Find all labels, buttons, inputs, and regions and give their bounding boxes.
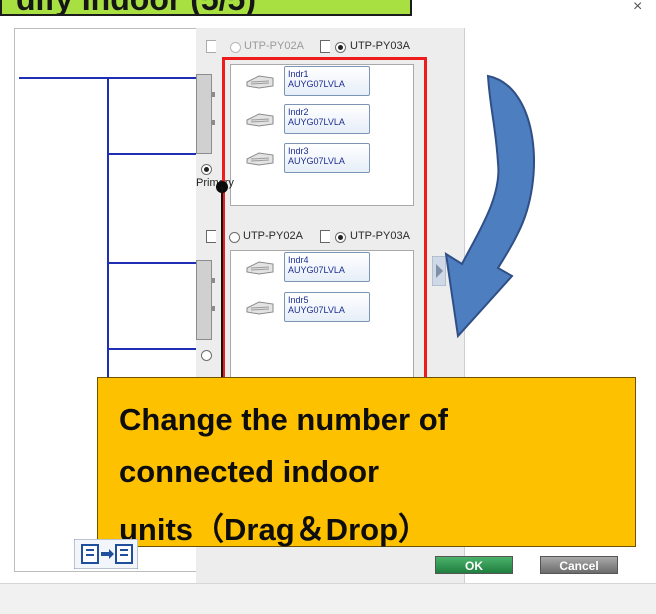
title-banner: dify Indoor (5/5)	[0, 0, 412, 16]
callout-line-3: units（Drag＆Drop）	[119, 512, 429, 547]
option-radio[interactable]	[230, 42, 241, 53]
cancel-button[interactable]: Cancel	[540, 556, 618, 574]
drag-highlight-frame	[222, 57, 427, 387]
bar-notch	[211, 92, 215, 97]
callout-line-1: Change the number of	[119, 402, 448, 437]
ok-button[interactable]: OK	[435, 556, 513, 574]
close-button[interactable]: ×	[633, 0, 642, 16]
option-label: UTP-PY03A	[350, 40, 410, 52]
page-title: dify Indoor (5/5)	[16, 0, 256, 14]
option-radio-selected[interactable]	[335, 42, 346, 53]
branch-box-bar	[196, 260, 212, 340]
connector-line	[216, 181, 228, 400]
callout-line-2: connected indoor	[119, 454, 380, 489]
controller-icon	[206, 40, 216, 53]
bar-notch	[211, 120, 215, 125]
primary-radio[interactable]	[201, 350, 212, 361]
primary-radio[interactable]	[201, 164, 212, 175]
controller-icon	[320, 40, 330, 53]
swap-layout-icon[interactable]	[74, 539, 138, 569]
status-bar	[0, 583, 656, 614]
callout-box: Change the number of connected indoor un…	[97, 377, 636, 547]
curved-arrow-icon	[444, 74, 535, 339]
option-label: UTP-PY02A	[244, 40, 304, 52]
branch-box-bar	[196, 74, 212, 154]
